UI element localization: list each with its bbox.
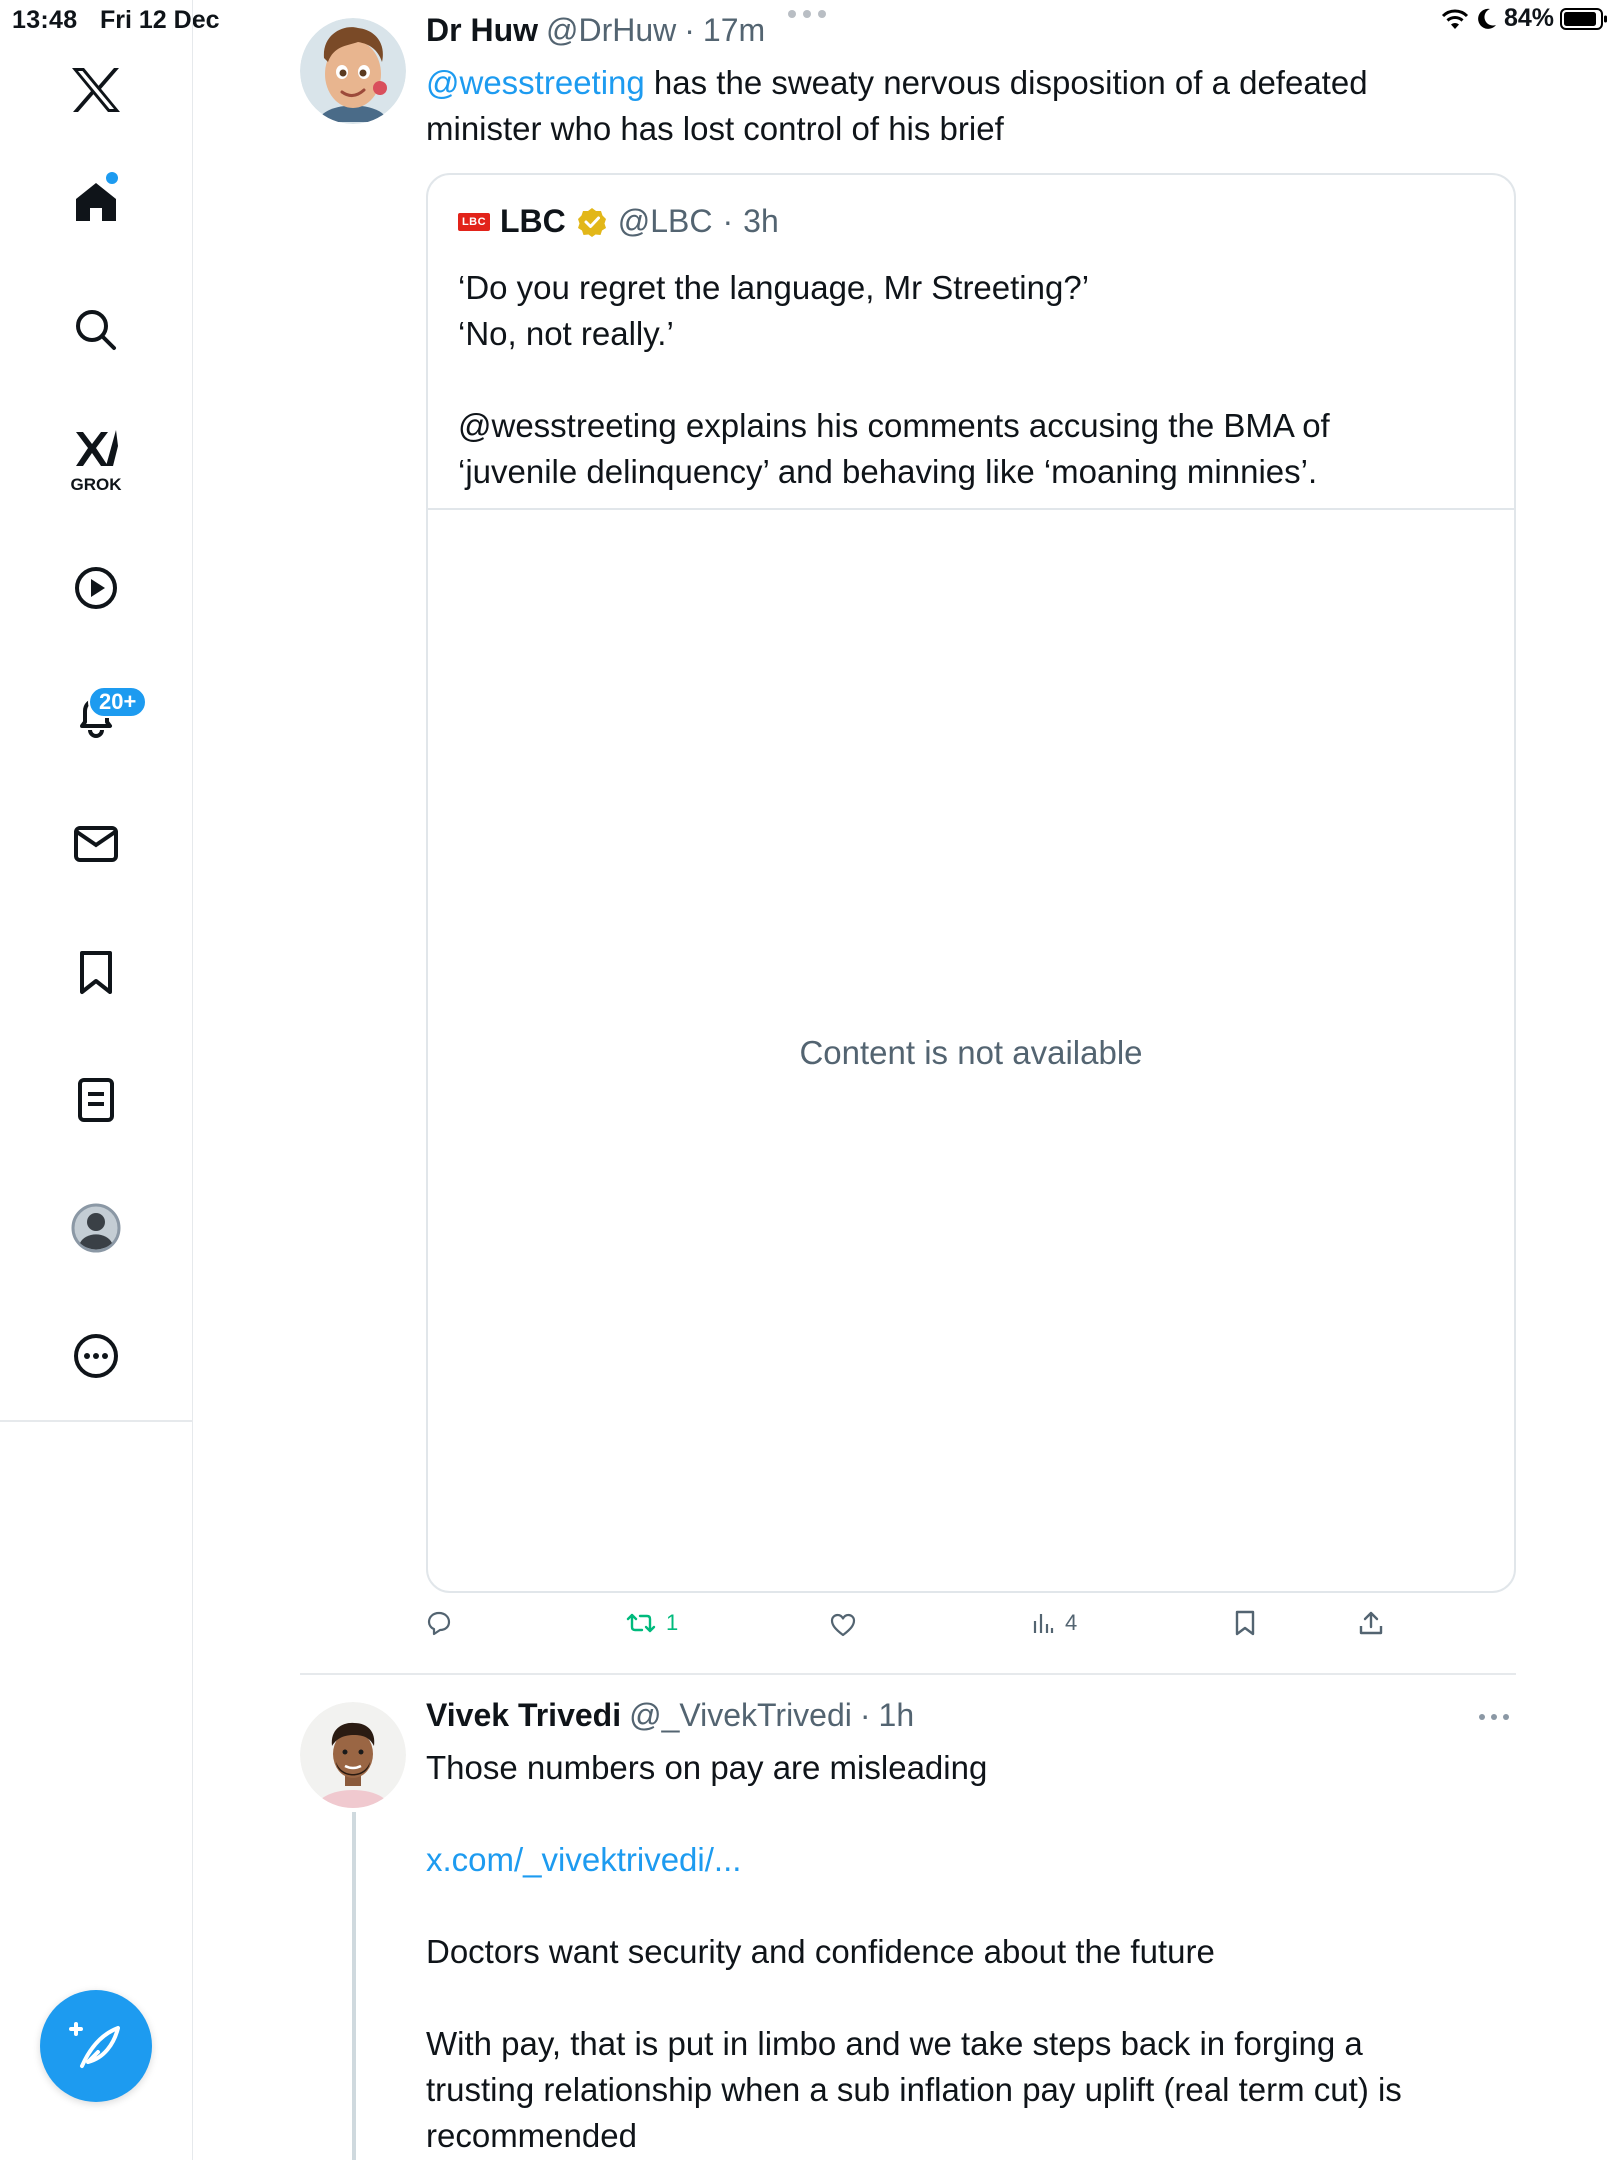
search-icon [76,310,116,350]
tweet-text-line-1: has the sweaty nervous disposition of a … [644,64,1368,101]
content-unavailable-message: Content is not available [799,1033,1143,1071]
sidebar: GROK 20+ [0,0,193,2160]
nav-lists[interactable] [66,1070,126,1130]
wifi-icon [1441,9,1469,29]
quote-text-line-4: ‘juvenile delinquency’ and behaving like… [458,453,1318,490]
tweet-time[interactable]: 1h [879,1697,915,1734]
tweet-more-options-button[interactable] [1479,1714,1509,1720]
multitask-dots[interactable] [788,10,826,18]
tweet-link[interactable]: x.com/_vivektrivedi/... [426,1837,1526,1883]
quote-author-handle: @LBC [617,203,713,239]
x-logo-icon [72,68,120,112]
mention-link[interactable]: @wesstreeting [426,64,645,101]
tweet-text-line-4: trusting relationship when a sub inflati… [426,2071,1402,2108]
reply-icon [427,1611,451,1636]
avatar[interactable] [300,18,406,124]
quote-text: ‘Do you regret the language, Mr Streetin… [458,265,1488,495]
lists-icon [78,1078,114,1122]
views-chart-icon [1033,1614,1054,1633]
compose-button[interactable] [40,1990,152,2102]
thread-connector-line [352,1812,356,2160]
views-button[interactable]: 4 [1031,1610,1077,1636]
video-icon [75,567,117,609]
tweet-time[interactable]: 17m [703,12,765,49]
battery-icon [1560,7,1607,30]
compose-feather-icon [69,2022,120,2068]
avatar[interactable] [300,1702,406,1808]
share-button[interactable] [1358,1610,1384,1636]
status-indicators: 84% [1440,4,1608,33]
bookmark-icon [80,951,112,994]
home-unread-dot [106,172,118,184]
tweet-text-line-1: Those numbers on pay are misleading [426,1749,988,1786]
tweet-text-line-5: recommended [426,2117,637,2154]
nav-bookmarks[interactable] [66,943,126,1003]
tweet-text-line-3: With pay, that is put in limbo and we ta… [426,2025,1363,2062]
verified-badge-icon [577,207,606,237]
quote-tweet-card[interactable]: LBC LBC @LBC · 3h ‘Do you regret the lan… [426,173,1516,1593]
mail-icon [74,826,118,862]
tweet-action-bar: 1 4 [426,1610,1516,1650]
cartoon-avatar-image [300,18,406,124]
retweet-count: 1 [666,1610,679,1635]
home-icon [76,183,116,221]
quote-text-line-1: ‘Do you regret the language, Mr Streetin… [458,269,1090,306]
retweet-button[interactable]: 1 [626,1610,678,1636]
quote-author-name: LBC [500,203,566,239]
nav-video[interactable] [66,558,126,618]
nav-search[interactable] [66,300,126,360]
quote-time: 3h [743,203,779,239]
bookmark-icon [1235,1610,1255,1636]
author-handle[interactable]: @_VivekTrivedi [629,1697,852,1734]
author-name[interactable]: Dr Huw [426,12,538,49]
sidebar-divider [0,1420,193,1422]
quote-text-line-2: ‘No, not really.’ [458,315,674,352]
separator-dot: · [684,12,695,48]
quote-media-placeholder: Content is not available [428,508,1514,1591]
quote-text-line-3: @wesstreeting explains his comments accu… [458,407,1330,444]
grok-icon [76,430,118,466]
bookmark-button[interactable] [1234,1610,1256,1636]
tweet-text: @wesstreeting has the sweaty nervous dis… [426,60,1526,152]
tweet-text: Those numbers on pay are misleading x.co… [426,1745,1526,2159]
nav-messages[interactable] [66,814,126,874]
tweet-header: Vivek Trivedi @_VivekTrivedi · 1h [426,1697,914,1734]
tweet-text-line-2: Doctors want security and confidence abo… [426,1933,1215,1970]
nav-more[interactable] [66,1326,126,1386]
reply-button[interactable] [426,1610,462,1636]
profile-icon [71,1203,121,1253]
notifications-badge: 20+ [88,686,148,718]
lbc-logo: LBC [458,212,490,231]
separator-dot: · [859,1697,871,1733]
share-icon [1359,1611,1383,1635]
author-handle[interactable]: @DrHuw [546,12,676,49]
profile-photo-image [300,1702,406,1808]
battery-percent: 84% [1503,4,1554,32]
app-root: 13:48 Fri 12 Dec 84% GROK 20+ Dr Huw @Dr… [0,0,1620,2160]
nav-grok[interactable] [66,418,126,478]
quote-header: LBC LBC @LBC · 3h [458,203,779,240]
tweet-header: Dr Huw @DrHuw · 17m [426,12,765,49]
nav-profile[interactable] [66,1198,126,1258]
separator-dot: · [722,203,734,239]
more-icon [74,1334,118,1378]
tweet-divider [300,1673,1516,1675]
grok-label: GROK [70,475,122,494]
like-button[interactable] [829,1612,867,1638]
moon-icon [1478,8,1496,29]
heart-icon [830,1613,856,1637]
views-count: 4 [1065,1610,1078,1635]
tweet-text-line-2: minister who has lost control of his bri… [426,110,1004,147]
author-name[interactable]: Vivek Trivedi [426,1697,621,1734]
x-logo[interactable] [66,60,126,120]
retweet-icon [626,1613,656,1633]
